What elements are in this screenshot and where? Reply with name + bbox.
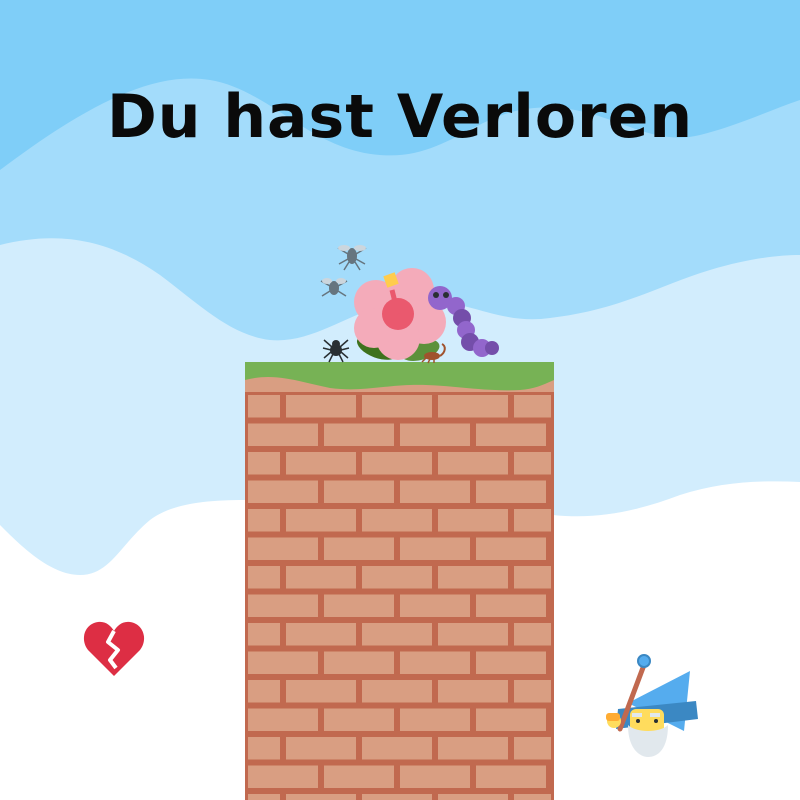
tower-brick xyxy=(400,708,470,731)
tower-brick xyxy=(476,708,546,731)
tower-brick xyxy=(514,452,551,475)
game-over-title: Du hast Verloren xyxy=(106,82,694,152)
tower-brick xyxy=(362,395,432,418)
tower-brick xyxy=(248,395,280,418)
tower-brick xyxy=(438,395,508,418)
tower-brick xyxy=(324,708,394,731)
tower-brick xyxy=(438,794,508,800)
tower-brick xyxy=(248,423,318,446)
tower-brick xyxy=(362,737,432,760)
tower-brick xyxy=(362,623,432,646)
tower-brick xyxy=(248,794,280,800)
tower-brick xyxy=(248,509,280,532)
tower-brick xyxy=(362,509,432,532)
tower-brick xyxy=(400,594,470,617)
tower-brick xyxy=(324,765,394,788)
tower-brick xyxy=(248,651,318,674)
ground-snow-right xyxy=(553,481,800,800)
tower-brick xyxy=(400,765,470,788)
tower-brick xyxy=(438,566,508,589)
tower-brick xyxy=(248,737,280,760)
tower-brick xyxy=(400,537,470,560)
tower-brick xyxy=(248,452,280,475)
tower-brick xyxy=(438,680,508,703)
tower-brick xyxy=(514,794,551,800)
tower-brick xyxy=(362,680,432,703)
tower-brick xyxy=(476,423,546,446)
tower-brick xyxy=(476,594,546,617)
brick-tower xyxy=(245,380,554,800)
tower-brick xyxy=(514,566,551,589)
tower-brick xyxy=(248,594,318,617)
tower-brick xyxy=(362,794,432,800)
tower-brick xyxy=(248,537,318,560)
tower-brick xyxy=(324,594,394,617)
tower-brick xyxy=(286,794,356,800)
tower-brick xyxy=(324,480,394,503)
tower-brick xyxy=(286,452,356,475)
tower-brick xyxy=(514,680,551,703)
tower-brick xyxy=(248,680,280,703)
tower-brick xyxy=(248,480,318,503)
tower-brick xyxy=(286,509,356,532)
tower-brick xyxy=(438,623,508,646)
tower-brick xyxy=(514,737,551,760)
tower-brick xyxy=(248,566,280,589)
tower-brick xyxy=(248,765,318,788)
tower-brick xyxy=(476,765,546,788)
tower-brick xyxy=(286,566,356,589)
tower-brick xyxy=(286,680,356,703)
tower-brick xyxy=(514,395,551,418)
tower-brick xyxy=(438,509,508,532)
tower-brick xyxy=(514,509,551,532)
tower-brick xyxy=(248,708,318,731)
tower-brick xyxy=(400,651,470,674)
tower-brick xyxy=(476,651,546,674)
tower-brick xyxy=(324,651,394,674)
tower-brick xyxy=(362,452,432,475)
hibiscus-icon xyxy=(354,268,446,361)
tower-brick xyxy=(324,537,394,560)
tower-brick xyxy=(476,537,546,560)
tower-brick xyxy=(286,737,356,760)
tower-brick xyxy=(476,480,546,503)
tower-brick xyxy=(248,623,280,646)
tower-brick xyxy=(400,480,470,503)
tower-brick xyxy=(324,423,394,446)
tower-brick xyxy=(286,395,356,418)
tower-brick xyxy=(400,423,470,446)
tower-brick xyxy=(514,623,551,646)
tower-brick xyxy=(438,737,508,760)
tower-brick xyxy=(362,566,432,589)
tower-brick xyxy=(286,623,356,646)
tower-brick xyxy=(438,452,508,475)
